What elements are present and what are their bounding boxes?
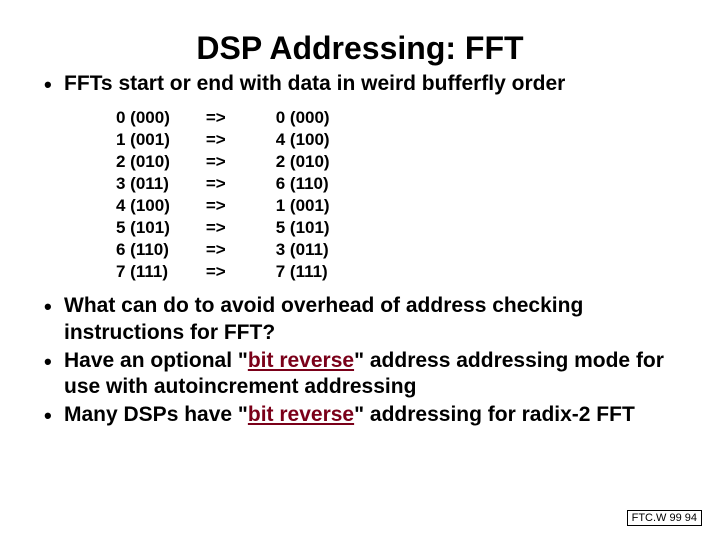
left-cell: 3 (011) — [110, 173, 176, 195]
bitreverse-term: bit reverse — [248, 349, 354, 372]
table-row: 6 (110) => 3 (011) — [110, 239, 336, 261]
arrow-cell: => — [176, 151, 266, 173]
slide-footer: FTC.W 99 94 — [627, 510, 702, 526]
right-cell: 4 (100) — [266, 129, 336, 151]
text-fragment: Many DSPs have " — [64, 403, 248, 426]
bitreverse-table-wrap: 0 (000) => 0 (000) 1 (001) => 4 (100) 2 … — [110, 107, 680, 283]
bullet-dsp-bitreverse: Many DSPs have "bit reverse" addressing … — [40, 402, 680, 428]
bullet-list-top: FFTs start or end with data in weird buf… — [40, 71, 680, 97]
arrow-cell: => — [176, 261, 266, 283]
left-cell: 1 (001) — [110, 129, 176, 151]
bitreverse-table: 0 (000) => 0 (000) 1 (001) => 4 (100) 2 … — [110, 107, 336, 283]
arrow-cell: => — [176, 217, 266, 239]
right-cell: 3 (011) — [266, 239, 336, 261]
table-row: 7 (111) => 7 (111) — [110, 261, 336, 283]
arrow-cell: => — [176, 195, 266, 217]
right-cell: 6 (110) — [266, 173, 336, 195]
left-cell: 6 (110) — [110, 239, 176, 261]
bullet-list-bottom: What can do to avoid overhead of address… — [40, 293, 680, 428]
arrow-cell: => — [176, 239, 266, 261]
right-cell: 5 (101) — [266, 217, 336, 239]
left-cell: 2 (010) — [110, 151, 176, 173]
right-cell: 0 (000) — [266, 107, 336, 129]
right-cell: 1 (001) — [266, 195, 336, 217]
left-cell: 4 (100) — [110, 195, 176, 217]
table-row: 3 (011) => 6 (110) — [110, 173, 336, 195]
arrow-cell: => — [176, 107, 266, 129]
bullet-overhead: What can do to avoid overhead of address… — [40, 293, 680, 346]
right-cell: 2 (010) — [266, 151, 336, 173]
slide: DSP Addressing: FFT FFTs start or end wi… — [0, 0, 720, 540]
text-fragment: " addressing for radix-2 FFT — [354, 403, 635, 426]
left-cell: 0 (000) — [110, 107, 176, 129]
table-row: 2 (010) => 2 (010) — [110, 151, 336, 173]
table-row: 4 (100) => 1 (001) — [110, 195, 336, 217]
right-cell: 7 (111) — [266, 261, 336, 283]
text-fragment: Have an optional " — [64, 349, 248, 372]
left-cell: 7 (111) — [110, 261, 176, 283]
left-cell: 5 (101) — [110, 217, 176, 239]
table-row: 5 (101) => 5 (101) — [110, 217, 336, 239]
arrow-cell: => — [176, 173, 266, 195]
slide-title: DSP Addressing: FFT — [40, 30, 680, 67]
table-row: 0 (000) => 0 (000) — [110, 107, 336, 129]
table-row: 1 (001) => 4 (100) — [110, 129, 336, 151]
bitreverse-term: bit reverse — [248, 403, 354, 426]
arrow-cell: => — [176, 129, 266, 151]
bullet-intro: FFTs start or end with data in weird buf… — [40, 71, 680, 97]
bullet-bitreverse-mode: Have an optional "bit reverse" address a… — [40, 348, 680, 401]
